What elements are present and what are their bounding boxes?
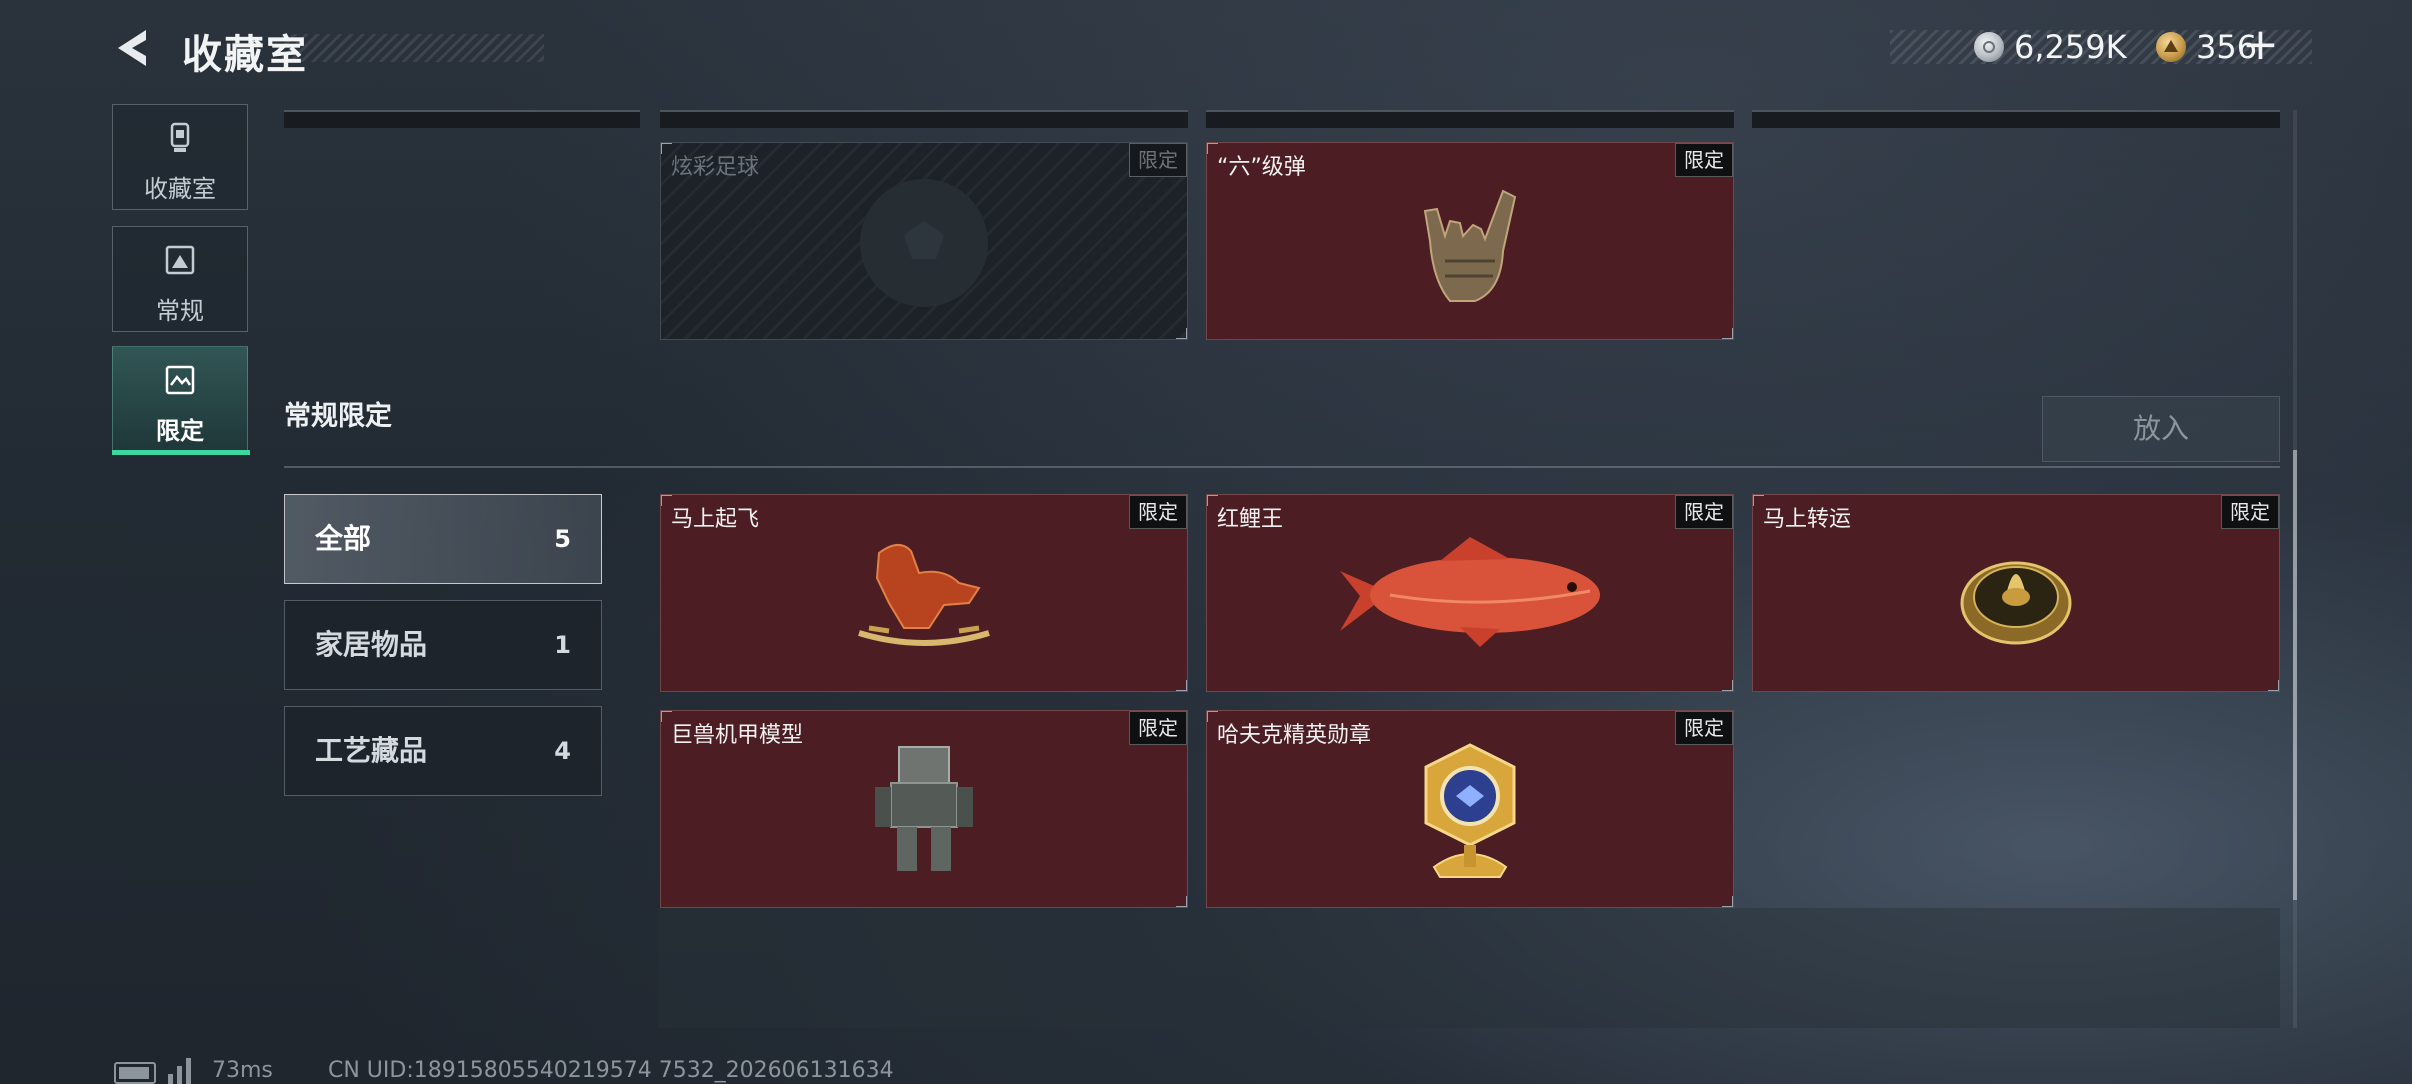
limited-tag: 限定 (1129, 495, 1187, 529)
filter-household[interactable]: 家居物品 1 (284, 600, 602, 690)
grid-empty-area (658, 908, 2280, 1028)
title-decoration (282, 34, 544, 62)
red-carp-icon (1340, 537, 1600, 647)
item-card-horse[interactable]: 马上起飞 限定 (660, 494, 1188, 692)
item-card-medal[interactable]: 哈夫克精英勋章 限定 (1206, 710, 1734, 908)
item-name: 红鲤王 (1217, 507, 1284, 532)
active-tab-indicator (112, 450, 250, 455)
back-button[interactable] (112, 26, 156, 70)
sidebar-item-label: 限定 (156, 417, 204, 445)
ping-text: 73ms (212, 1058, 273, 1083)
section-divider (284, 466, 2280, 468)
item-name: 炫彩足球 (671, 155, 760, 180)
add-currency-button[interactable]: + (2242, 20, 2279, 70)
silver-currency: 6,259K (1974, 27, 2127, 67)
mech-model-icon (875, 746, 973, 871)
limited-tag: 限定 (2221, 495, 2279, 529)
filter-label: 家居物品 (315, 628, 428, 661)
back-arrow-icon (118, 30, 146, 66)
item-card-soccer[interactable]: 炫彩足球 限定 (660, 142, 1188, 340)
soccer-ball-icon (860, 179, 988, 307)
filter-label: 工艺藏品 (315, 734, 428, 767)
filter-label: 全部 (315, 522, 372, 555)
card-corner (1722, 328, 1733, 339)
card-corner (1753, 495, 1764, 506)
signal-icon (168, 1058, 191, 1084)
scrolled-item-edge (1752, 110, 2280, 128)
sidebar-item-regular[interactable]: 常规 (112, 226, 248, 332)
card-corner (661, 495, 672, 506)
card-corner (661, 143, 672, 154)
card-corner (1176, 680, 1187, 691)
image-icon (165, 245, 195, 275)
card-corner (1207, 495, 1218, 506)
card-corner (1722, 680, 1733, 691)
shaka-hand-icon (1423, 189, 1517, 302)
item-card-carp[interactable]: 红鲤王 限定 (1206, 494, 1734, 692)
item-name: 巨兽机甲模型 (671, 723, 804, 748)
scrollbar-thumb[interactable] (2293, 450, 2297, 900)
card-corner (1207, 711, 1218, 722)
limited-tag: 限定 (1675, 143, 1733, 177)
filter-count: 1 (554, 631, 571, 659)
card-corner (2268, 680, 2279, 691)
limited-tag: 限定 (1129, 711, 1187, 745)
card-corner (1722, 896, 1733, 907)
card-corner (1176, 328, 1187, 339)
trophy-icon (170, 122, 190, 152)
gold-coin-icon (2156, 32, 2186, 62)
sidebar-item-collection[interactable]: 收藏室 (112, 104, 248, 210)
section-title: 常规限定 (284, 401, 392, 432)
filter-count: 5 (554, 525, 571, 553)
rocking-horse-icon (858, 544, 990, 646)
filter-count: 4 (554, 737, 571, 765)
item-name: 马上转运 (1763, 507, 1852, 532)
uid-text: CN UID:18915805540219574 7532_2026061316… (328, 1058, 894, 1083)
item-card-six-level[interactable]: “六”级弹 限定 (1206, 142, 1734, 340)
elite-medal-icon (1424, 743, 1516, 878)
item-name: 马上起飞 (671, 507, 760, 532)
sidebar-item-limited[interactable]: 限定 (112, 346, 248, 452)
sidebar-item-label: 常规 (156, 297, 204, 325)
item-card-mech[interactable]: 巨兽机甲模型 限定 (660, 710, 1188, 908)
golden-dial-icon (1960, 561, 2072, 645)
silver-amount: 6,259K (2014, 28, 2127, 66)
card-corner (1207, 143, 1218, 154)
item-name: 哈夫克精英勋章 (1217, 723, 1372, 748)
scrolled-item-edge (1206, 110, 1734, 128)
card-corner (661, 711, 672, 722)
card-corner (1176, 896, 1187, 907)
item-card-dial[interactable]: 马上转运 限定 (1752, 494, 2280, 692)
limited-tag: 限定 (1129, 143, 1187, 177)
put-in-button[interactable]: 放入 (2042, 396, 2280, 462)
item-name: “六”级弹 (1217, 155, 1306, 180)
filter-crafts[interactable]: 工艺藏品 4 (284, 706, 602, 796)
silver-coin-icon (1974, 32, 2004, 62)
filter-all[interactable]: 全部 5 (284, 494, 602, 584)
limited-tag: 限定 (1675, 711, 1733, 745)
limited-image-icon (165, 365, 195, 395)
sidebar-item-label: 收藏室 (144, 175, 216, 203)
limited-tag: 限定 (1675, 495, 1733, 529)
battery-icon (114, 1062, 156, 1084)
scrolled-item-edge (660, 110, 1188, 128)
scrolled-item-edge (284, 110, 640, 128)
